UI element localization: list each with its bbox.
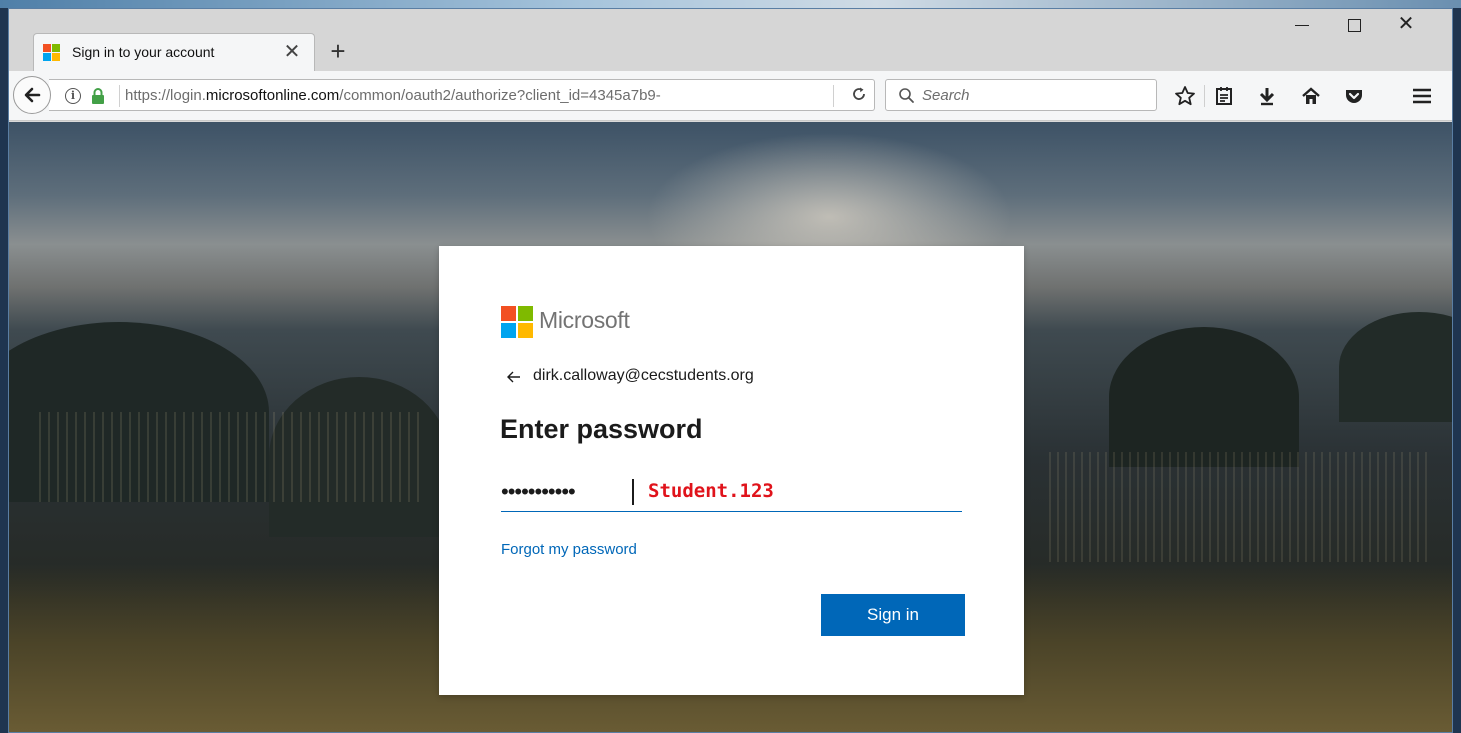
search-placeholder: Search xyxy=(922,87,970,104)
back-arrow-icon xyxy=(24,87,41,103)
pocket-icon[interactable] xyxy=(1342,84,1366,108)
city-lights-right xyxy=(1049,452,1429,562)
forgot-password-link[interactable]: Forgot my password xyxy=(501,541,637,558)
download-icon[interactable] xyxy=(1255,84,1279,108)
maximize-icon xyxy=(1347,18,1361,32)
desktop-background xyxy=(0,0,1461,8)
hill-far-right xyxy=(1339,312,1452,422)
microsoft-logo-icon xyxy=(501,306,533,338)
star-icon[interactable] xyxy=(1173,84,1197,108)
menu-icon[interactable] xyxy=(1410,84,1434,108)
sign-in-button[interactable]: Sign in xyxy=(821,594,965,636)
minimize-button[interactable] xyxy=(1279,9,1325,41)
navigation-toolbar: i https://login.microsoftonline.com/comm… xyxy=(9,71,1452,121)
page-title: Enter password xyxy=(500,414,703,444)
new-tab-button[interactable]: + xyxy=(325,38,351,65)
tab-strip: Sign in to your account ✕ + ✕ xyxy=(9,9,1452,71)
reload-separator xyxy=(833,85,834,107)
text-cursor xyxy=(632,479,634,505)
close-tab-icon[interactable]: ✕ xyxy=(281,40,303,64)
close-window-button[interactable]: ✕ xyxy=(1383,9,1429,41)
minimize-icon xyxy=(1295,24,1309,26)
sign-in-card: Microsoft dirk.calloway@cecstudents.org … xyxy=(439,246,1024,695)
password-masked-value: ••••••••••• xyxy=(501,479,576,504)
address-bar[interactable]: i https://login.microsoftonline.com/comm… xyxy=(49,79,875,111)
password-field[interactable]: ••••••••••• Student.123 xyxy=(501,474,962,512)
search-icon xyxy=(899,88,914,103)
url-separator xyxy=(119,85,120,107)
toolbar-separator xyxy=(1204,85,1205,107)
home-icon[interactable] xyxy=(1299,84,1323,108)
tab-title: Sign in to your account xyxy=(72,44,215,60)
info-icon[interactable]: i xyxy=(65,88,81,104)
microsoft-logo: Microsoft xyxy=(501,305,651,339)
url-domain: microsoftonline.com xyxy=(205,87,340,104)
url-text[interactable]: https://login.microsoftonline.com/common… xyxy=(125,87,817,104)
microsoft-logo-icon xyxy=(43,44,61,62)
brand-name: Microsoft xyxy=(539,307,630,333)
back-button[interactable] xyxy=(13,76,51,114)
tab-sign-in[interactable]: Sign in to your account ✕ xyxy=(33,33,315,71)
maximize-button[interactable] xyxy=(1331,9,1377,41)
page-background: Microsoft dirk.calloway@cecstudents.org … xyxy=(9,122,1452,732)
city-lights-left xyxy=(39,412,419,502)
close-icon: ✕ xyxy=(1397,13,1415,35)
browser-window: Sign in to your account ✕ + ✕ i https://… xyxy=(8,8,1453,733)
reload-icon[interactable] xyxy=(849,86,869,106)
account-email: dirk.calloway@cecstudents.org xyxy=(533,367,754,384)
search-input[interactable]: Search xyxy=(885,79,1157,111)
back-arrow-icon[interactable] xyxy=(505,368,523,386)
reader-list-icon[interactable] xyxy=(1212,84,1236,108)
password-annotation: Student.123 xyxy=(648,480,774,502)
lock-icon[interactable] xyxy=(91,87,105,105)
hill-right xyxy=(1109,327,1299,467)
